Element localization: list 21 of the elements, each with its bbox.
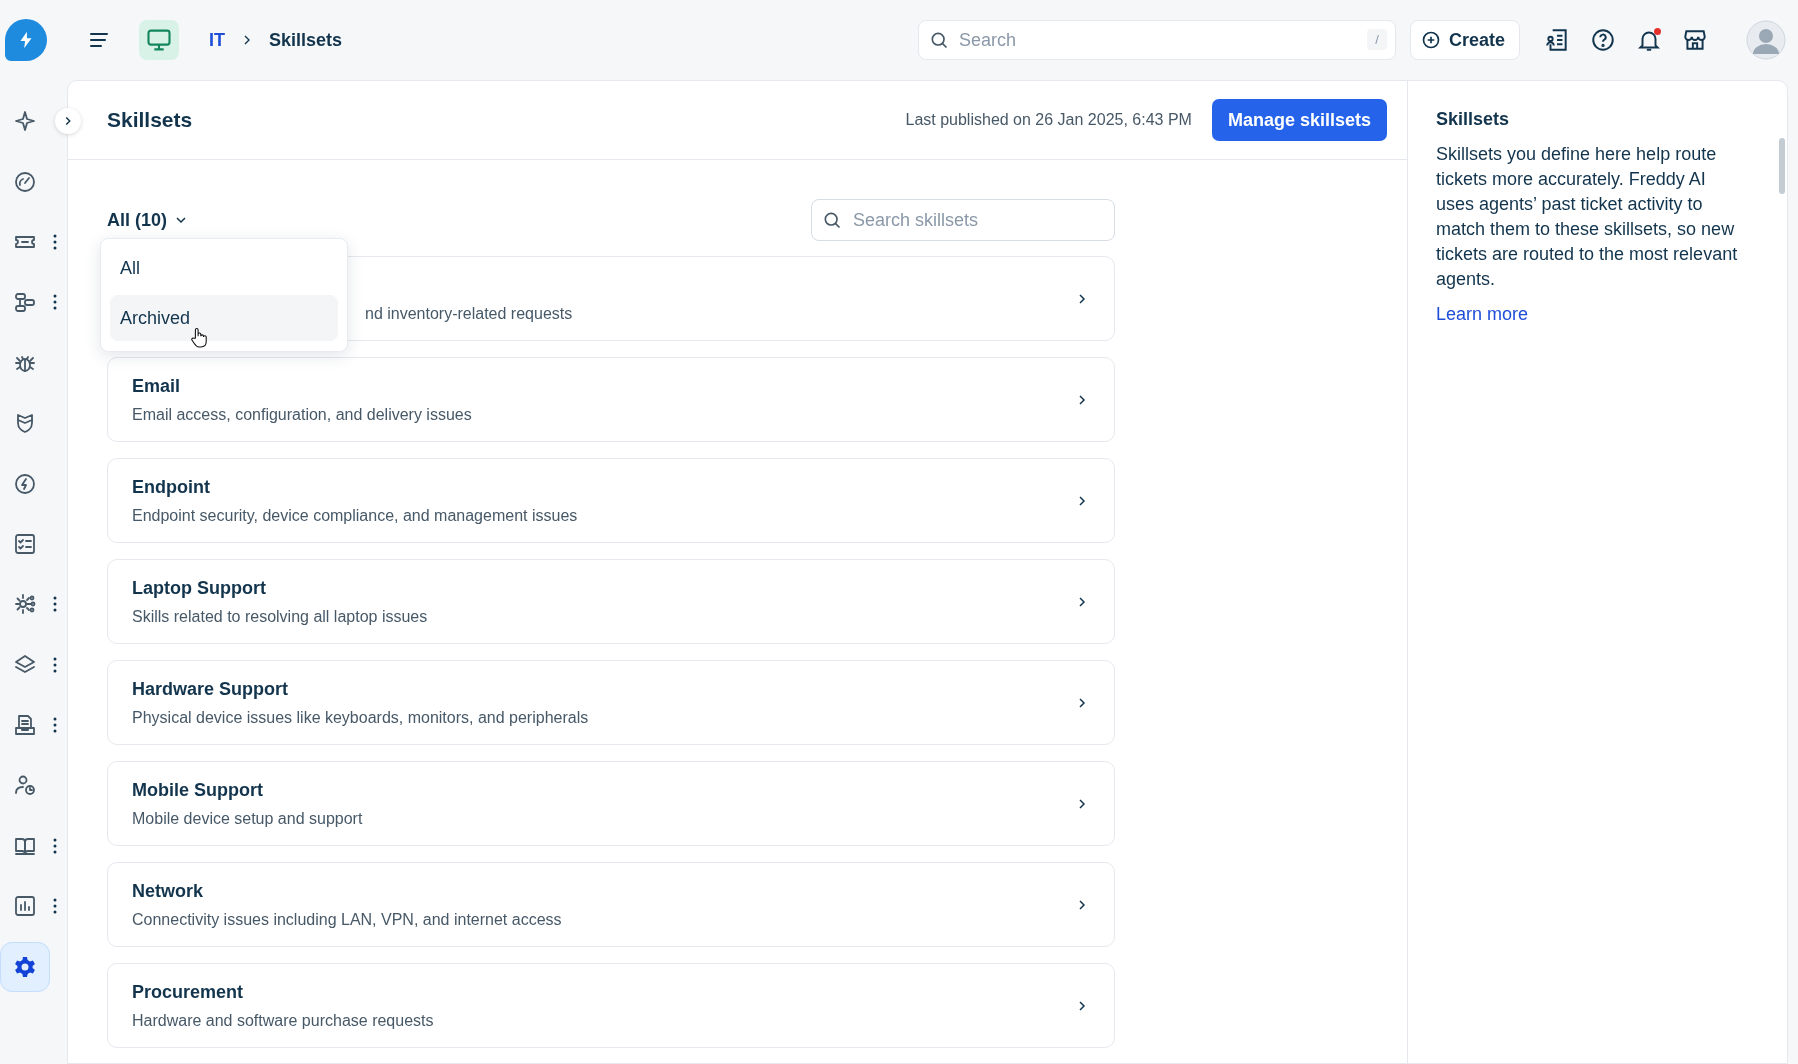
skillset-name: Mobile Support <box>132 779 264 802</box>
skillset-description: Connectivity issues including LAN, VPN, and internet access <box>132 910 563 929</box>
skillset-name: Endpoint <box>132 476 211 499</box>
help-title: Skillsets <box>1436 109 1511 130</box>
skillset-name: Email <box>132 375 182 398</box>
page-title: Skillsets <box>107 108 194 132</box>
skillset-name: Laptop Support <box>132 577 267 600</box>
skillset-name: Network <box>132 880 204 903</box>
skillset-name: Procurement <box>132 981 245 1004</box>
shortcut-key: / <box>1367 29 1387 50</box>
skillset-description: nd inventory-related requests <box>365 304 573 323</box>
skillset-description: Physical device issues like keyboards, monitors, and peripherals <box>132 708 590 727</box>
breadcrumb-current: Skillsets <box>269 29 343 51</box>
help-text: Skillsets you define here help route tickets more accurately. Freddy AI uses agents’ past ticket activity to match them to these skillsets, so new tickets are routed to the most relevant agents. <box>1436 143 1739 291</box>
skillset-description: Email access, configuration, and delivery issues <box>132 405 473 424</box>
skillset-description: Hardware and software purchase requests <box>132 1011 435 1030</box>
skillset-description: Mobile device setup and support <box>132 809 364 828</box>
skillset-name: Hardware Support <box>132 678 290 701</box>
skillset-description: Skills related to resolving all laptop issues <box>132 607 429 626</box>
publish-status: Last published on 26 Jan 2025, 6:43 PM <box>905 111 1192 129</box>
skillset-description: Endpoint security, device compliance, and management issues <box>132 506 579 525</box>
